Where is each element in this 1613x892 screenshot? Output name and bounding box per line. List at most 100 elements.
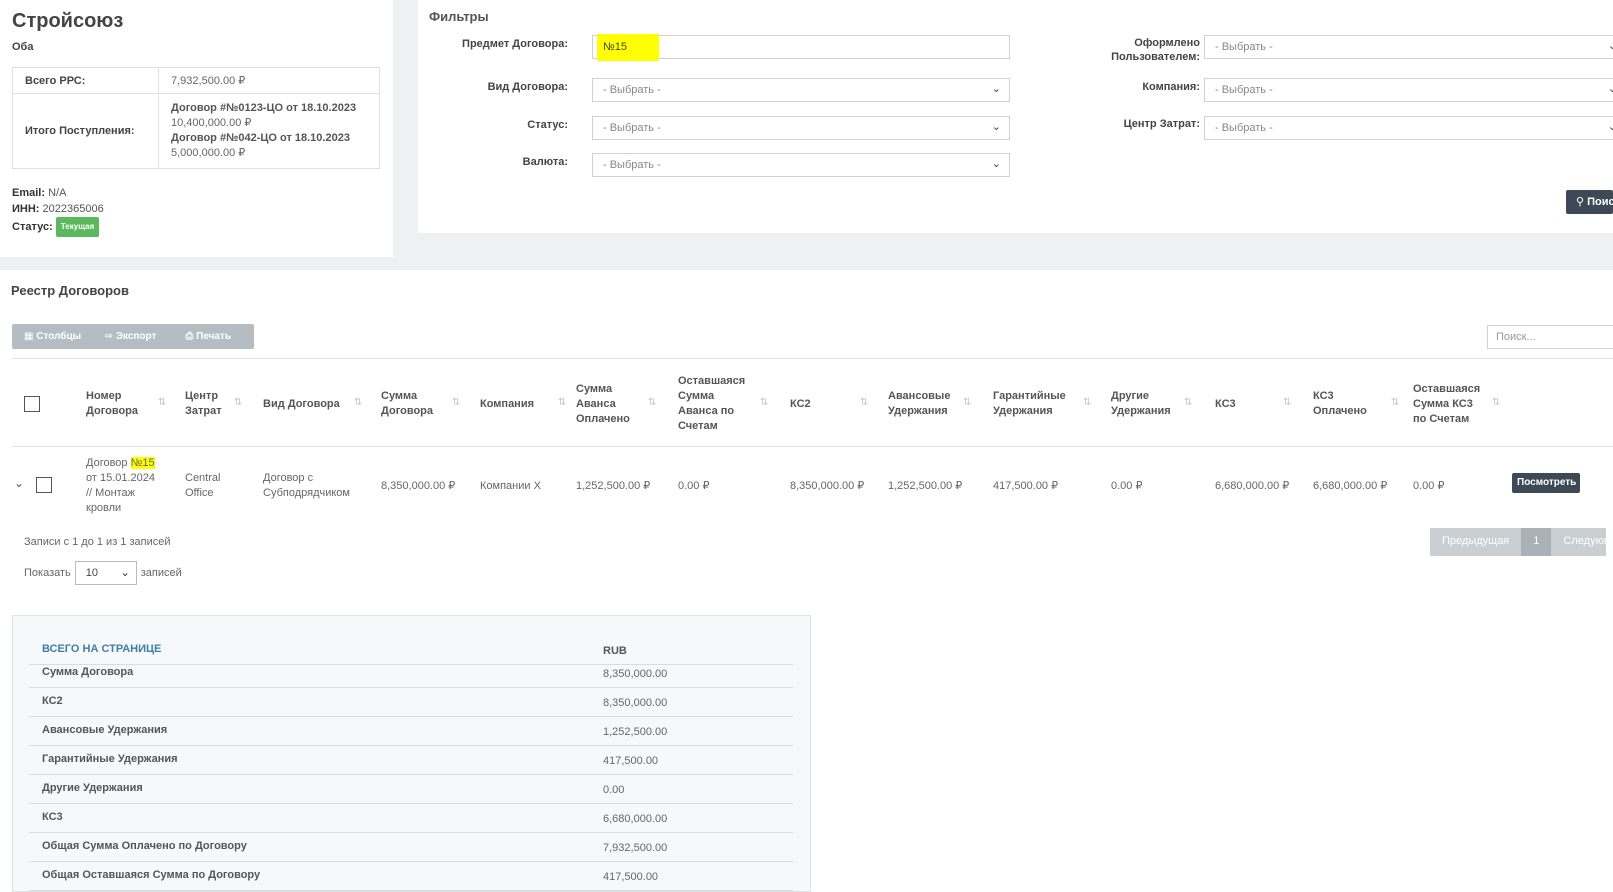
contract-type-line-1: Договор с — [263, 472, 314, 484]
expand-chevron-icon[interactable]: ⌄ — [14, 476, 24, 491]
sort-icon[interactable]: ⇅ — [354, 397, 362, 408]
th-advance-paid-line: Сумма — [576, 382, 613, 395]
totals-row-label: Сумма Договора — [42, 666, 134, 678]
sort-icon[interactable]: ⇅ — [234, 397, 242, 408]
sort-icon[interactable]: ⇅ — [1492, 397, 1500, 408]
row-guarantee-withholding: 417,500.00 ₽ — [993, 480, 1059, 492]
sort-icon[interactable]: ⇅ — [963, 397, 971, 408]
user-label-line-2: Пользователем: — [1111, 51, 1200, 63]
sort-icon[interactable]: ⇅ — [158, 397, 166, 408]
cost-center-select[interactable]: - Выбрать - ⌄ — [1204, 116, 1613, 140]
export-label: Экспорт — [115, 331, 157, 342]
cost-center-label: Центр Затрат: — [1123, 118, 1200, 130]
income-contract-1[interactable]: Договор #№0123-ЦО от 18.10.2023 — [171, 101, 367, 116]
totals-row-label: КС2 — [42, 695, 63, 707]
totals-header-label: ВСЕГО НА СТРАНИЦЕ — [42, 643, 162, 655]
print-label: Печать — [196, 331, 232, 342]
pagination-page-1[interactable]: 1 — [1521, 528, 1552, 556]
totals-currency: RUB — [603, 645, 627, 657]
th-advance-withholding-line: Авансовые — [888, 390, 951, 402]
row-advance-withholding: 1,252,500.00 ₽ — [888, 480, 963, 492]
filters-panel: Фильтры Предмет Договора: №15 Вид Догово… — [418, 0, 1613, 233]
user-label-line-1: Оформлено — [1134, 37, 1200, 49]
currency-select[interactable]: - Выбрать - ⌄ — [592, 153, 1010, 177]
sort-icon[interactable]: ⇅ — [1391, 397, 1399, 408]
page-size-value: 10 — [85, 567, 99, 579]
th-amount[interactable]: Сумма Договора — [381, 389, 433, 419]
th-number[interactable]: Номер Договора — [86, 389, 138, 419]
contract-date: от 15.01.2024 — [86, 472, 156, 484]
th-ks3[interactable]: КС3 — [1215, 397, 1236, 412]
print-button[interactable]: ⎙ Печать — [173, 324, 254, 349]
th-ks3-remaining-line: Сумма КС3 — [1413, 397, 1473, 410]
export-button[interactable]: ⇨ Экспорт — [93, 324, 174, 349]
chevron-down-icon: ⌄ — [1607, 83, 1613, 95]
th-company-line: Компания — [480, 397, 535, 410]
contract-type-line-2: Субподрядчиком — [263, 487, 350, 499]
income-amount-1: 10,400,000.00 ₽ — [171, 117, 252, 129]
columns-button[interactable]: ▦ Столбцы — [12, 324, 93, 349]
row-contract-number[interactable]: Договор №15 от 15.01.2024 // Монтаж кров… — [86, 456, 166, 516]
export-icon: ⇨ — [104, 331, 114, 342]
income-contract-2[interactable]: Договор #№042-ЦО от 18.10.2023 — [171, 131, 367, 146]
table-search-input[interactable]: Поиск... — [1487, 325, 1613, 349]
email-label: Email: — [12, 187, 46, 199]
status-label: Статус: — [12, 220, 53, 233]
sort-icon[interactable]: ⇅ — [558, 397, 566, 408]
sort-icon[interactable]: ⇅ — [760, 397, 768, 408]
contract-desc-1: // Монтаж — [86, 487, 136, 499]
records-label: записей — [140, 567, 182, 579]
th-advance-paid[interactable]: Сумма Аванса Оплачено — [576, 382, 630, 427]
company-panel: Стройсоюз Оба Всего РРС: 7,932,500.00 ₽ … — [0, 0, 393, 257]
status-select[interactable]: - Выбрать - ⌄ — [592, 116, 1010, 140]
subject-input[interactable]: №15 — [592, 34, 1010, 61]
th-guarantee-withholding-line: Удержания — [993, 405, 1053, 417]
th-ks3-remaining[interactable]: Оставшаяся Сумма КС3 по Счетам — [1413, 382, 1480, 427]
sort-icon[interactable]: ⇅ — [648, 397, 656, 408]
th-advance-remaining-line: Аванса по — [678, 405, 735, 417]
totals-row: Гарантийные Удержания 417,500.00 — [29, 746, 793, 775]
total-pps-label: Всего РРС: — [12, 67, 159, 94]
contract-desc-2: кровли — [86, 502, 122, 514]
pagination-prev[interactable]: Предыдущая — [1430, 528, 1522, 556]
sort-icon[interactable]: ⇅ — [1283, 397, 1291, 408]
sort-icon[interactable]: ⇅ — [860, 397, 868, 408]
th-ks3-paid-line: КС3 — [1313, 390, 1334, 402]
th-ks3-paid[interactable]: КС3 Оплачено — [1313, 389, 1367, 419]
company-subtitle: Оба — [12, 41, 34, 53]
row-ks2: 8,350,000.00 ₽ — [790, 480, 865, 492]
view-button[interactable]: Посмотреть — [1512, 473, 1580, 493]
sort-icon[interactable]: ⇅ — [1083, 397, 1091, 408]
th-other-withholding[interactable]: Другие Удержания — [1111, 389, 1171, 419]
th-cost-center[interactable]: Центр Затрат — [185, 389, 222, 419]
contract-number-highlight: №15 — [130, 457, 155, 469]
type-select[interactable]: - Выбрать - ⌄ — [592, 78, 1010, 102]
select-all-checkbox[interactable] — [24, 396, 40, 412]
filter-search-button[interactable]: ⚲ Поиск — [1566, 190, 1613, 214]
cost-center-line-1: Central — [185, 472, 221, 484]
th-guarantee-withholding[interactable]: Гарантийные Удержания — [993, 389, 1066, 419]
th-advance-withholding[interactable]: Авансовые Удержания — [888, 389, 950, 419]
inn-label: ИНН: — [12, 203, 40, 215]
row-checkbox[interactable] — [36, 477, 52, 493]
subject-input-value: №15 — [603, 41, 628, 53]
totals-row-label: КС3 — [42, 811, 63, 823]
th-ks2[interactable]: КС2 — [790, 397, 811, 412]
th-cost-center-line: Центр — [185, 390, 219, 402]
search-icon: ⚲ — [1576, 196, 1585, 208]
sort-icon[interactable]: ⇅ — [1184, 397, 1192, 408]
th-type[interactable]: Вид Договора — [263, 397, 340, 412]
totals-row-value: 417,500.00 — [603, 871, 659, 883]
th-other-withholding-line: Другие — [1111, 390, 1149, 402]
cost-center-line-2: Office — [185, 487, 214, 499]
company-select[interactable]: - Выбрать - ⌄ — [1204, 78, 1613, 102]
user-select[interactable]: - Выбрать - ⌄ — [1204, 35, 1613, 59]
page-size-select[interactable]: 10 ⌄ — [74, 561, 137, 585]
sort-icon[interactable]: ⇅ — [452, 397, 460, 408]
th-company[interactable]: Компания — [480, 397, 534, 412]
th-advance-remaining[interactable]: Оставшаяся Сумма Аванса по Счетам — [678, 374, 745, 434]
chevron-down-icon: ⌄ — [991, 121, 1001, 133]
th-advance-withholding-line: Удержания — [888, 405, 948, 417]
pagination-next[interactable]: Следующая — [1551, 528, 1607, 556]
totals-row-value: 6,680,000.00 — [603, 813, 668, 825]
